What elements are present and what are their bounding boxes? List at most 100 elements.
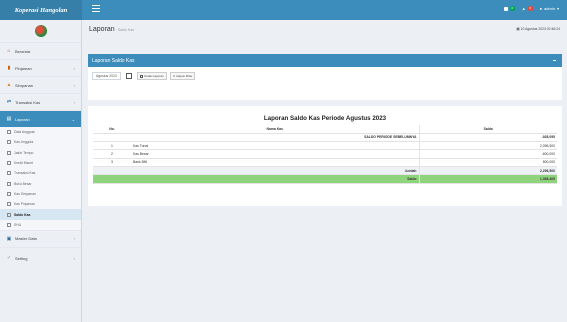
app-logo[interactable]: Koperasi Hangolan [0,0,82,20]
submenu-label: Transaksi Kas [14,171,36,176]
document-icon [7,171,11,176]
sidebar-item-setting[interactable]: ✓ Setting ‹ [0,246,81,269]
submenu-label: Kas Anggota [14,140,34,145]
submenu-item-transaksi-kas[interactable]: Transaksi Kas [0,168,81,178]
sidebar-item-pinjaman[interactable]: ▮ Pinjaman ‹ [0,59,81,76]
row-no: 1 [93,141,131,151]
clear-filter-button[interactable]: ✕ Hapus Filter [169,72,196,80]
sidebar-item-master-data[interactable]: ▣ Master Data ‹ [0,229,81,247]
document-icon [7,212,11,217]
messages-badge: 0 [509,6,515,11]
submenu-item-kas-pinjaman[interactable]: Kas Pinjaman [0,199,81,209]
chevron-left-icon: ‹ [73,236,75,242]
sidebar-item-label: Pinjaman [15,65,32,71]
close-icon: ✕ [172,74,176,78]
wallet-icon: ▲ [6,82,12,88]
wrench-icon: ✓ [6,255,12,262]
navbar-right: 0 ▲ 0 ● admin ▾ [503,6,559,11]
row-amount: 2,096,500 [418,141,557,151]
sidebar-item-simpanan[interactable]: ▲ Simpanan ‹ [0,76,81,93]
sidebar-item-label: Laporan [15,116,30,122]
col-amount: Saldo [418,125,557,134]
document-icon [7,222,11,227]
period-input[interactable]: Agustus 2023 [92,72,121,80]
submenu-label: Kas Pinjaman [14,202,35,207]
table-row: 2 Kas Besar -600,000 [93,149,557,159]
content-header: Laporan Saldo Kas [83,20,567,38]
total-label: Jumlah [131,166,419,176]
row-name: Kas Tunai [131,141,419,151]
row-amount: 800,000 [418,158,557,168]
laporan-submenu: Data Anggota Kas Anggota Jatuh Tempo Kre… [0,127,81,230]
user-menu[interactable]: ● admin ▾ [540,6,559,11]
col-name: Nama Kas [131,125,419,134]
table-row: SALDO PERIODE SEBELUMNYA -928,095 [93,133,557,143]
calendar-icon[interactable] [126,73,132,79]
document-icon [7,150,11,155]
col-no: No. [93,125,131,134]
calendar-icon: ▦ [516,27,520,31]
submenu-label: Kas Simpanan [14,191,37,196]
sidebar-toggle-icon[interactable] [92,5,100,13]
document-icon [7,181,11,186]
sidebar: ⌂ Beranda ▮ Pinjaman ‹ ▲ Simpanan ‹ ⇄ Tr… [0,20,82,322]
page-subtitle: Saldo Kas [117,28,135,32]
collapse-icon[interactable] [553,60,556,61]
chevron-left-icon: ‹ [73,82,75,88]
row-no: 3 [93,158,131,168]
chevron-left-icon: ‹ [73,99,75,105]
chevron-down-icon: ⌄ [71,116,75,122]
document-icon [7,161,11,166]
saldo-value: 1,368,405 [418,174,557,184]
user-panel [0,20,81,42]
row-amount: -600,000 [418,149,557,159]
sidebar-item-laporan[interactable]: ▤ Laporan ⌄ [0,110,81,127]
submenu-item-shu[interactable]: SHU [0,220,81,230]
submenu-label: Kredit Macet [14,161,34,166]
notifications-badge: 0 [527,6,533,11]
submenu-item-kas-simpanan[interactable]: Kas Simpanan [0,189,81,199]
print-label: Cetak Laporan [144,74,164,78]
bell-icon: ▲ [521,6,526,11]
document-icon [7,191,11,196]
clear-label: Hapus Filter [176,74,193,78]
print-report-button[interactable]: Cetak Laporan [137,72,167,80]
exchange-icon: ⇄ [6,99,12,105]
total-row: Jumlah 2,296,500 [93,166,557,176]
messages-menu[interactable]: 0 [503,6,515,11]
document-icon [7,202,11,207]
home-icon: ⌂ [7,48,11,54]
saldo-row: Saldo 1,368,405 [93,174,557,184]
user-icon: ● [539,6,543,11]
row-no: 2 [93,149,131,159]
submenu-label: Data Anggota [14,130,35,135]
saldo-table: No. Nama Kas Saldo SALDO PERIODE SEBELUM… [93,125,557,184]
table-row: 1 Kas Tunai 2,096,500 [93,141,557,151]
avatar [34,25,47,37]
report-title: Laporan Saldo Kas Periode Agustus 2023 [263,115,387,122]
submenu-item-kredit-macet[interactable]: Kredit Macet [0,158,81,168]
submenu-item-saldo-kas[interactable]: Saldo Kas [0,209,81,220]
box-title: Laporan Saldo Kas [92,57,135,64]
submenu-item-kas-anggota[interactable]: Kas Anggota [0,137,81,147]
sidebar-item-label: Simpanan [15,82,34,88]
notifications-menu[interactable]: ▲ 0 [522,6,533,11]
sidebar-item-transaksi-kas[interactable]: ⇄ Transaksi Kas ‹ [0,93,81,110]
sidebar-item-label: Transaksi Kas [15,99,41,105]
envelope-icon [503,6,508,11]
submenu-item-data-anggota[interactable]: Data Anggota [0,127,81,137]
table-row: 3 Bank BNI 800,000 [93,158,557,168]
submenu-label: Saldo Kas [14,212,31,217]
print-icon [140,74,143,78]
report-box: Laporan Saldo Kas Periode Agustus 2023 N… [88,106,562,206]
total-value: 2,296,500 [418,166,557,176]
sidebar-item-beranda[interactable]: ⌂ Beranda [0,42,81,59]
submenu-item-buku-besar[interactable]: Buku Besar [0,178,81,188]
submenu-item-jatuh-tempo[interactable]: Jatuh Tempo [0,148,81,158]
document-icon [7,130,11,135]
caret-down-icon: ▾ [556,6,559,11]
previous-value: -928,095 [418,133,557,143]
sidebar-item-label: Master Data [15,236,37,242]
datetime-text: 10 Agustus 2023 02:46:24 [520,27,560,31]
top-navbar: Koperasi Hangolan 0 ▲ 0 ● admin ▾ [0,0,567,20]
